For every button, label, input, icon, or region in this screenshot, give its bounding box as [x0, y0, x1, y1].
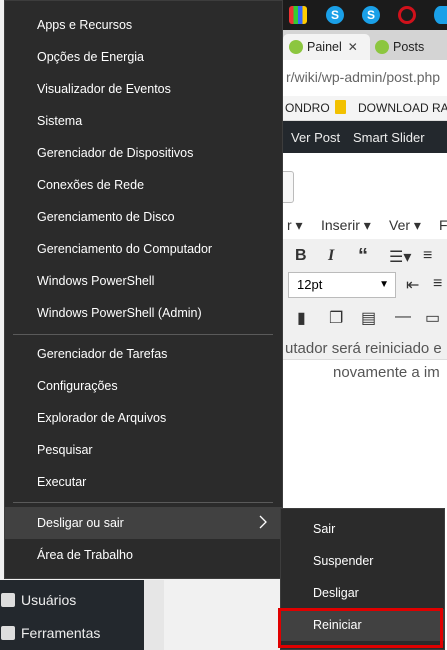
- bookmark-item[interactable]: DOWNLOAD RAP: [358, 101, 447, 115]
- wp-sidebar: Usuários Ferramentas: [0, 580, 144, 650]
- copy-format-icon[interactable]: ❐: [329, 308, 343, 328]
- content-background: [144, 580, 164, 650]
- close-icon[interactable]: ✕: [348, 40, 358, 54]
- menu-item-network-connections[interactable]: Conexões de Rede: [5, 169, 282, 201]
- menu-item-computer-management[interactable]: Gerenciamento do Computador: [5, 233, 282, 265]
- add-media-button[interactable]: [283, 171, 294, 203]
- copy-icon[interactable]: ▮: [297, 308, 306, 328]
- menu-divider: [13, 334, 273, 335]
- menu-item-device-manager[interactable]: Gerenciador de Dispositivos: [5, 137, 282, 169]
- paste-icon[interactable]: ▤: [361, 308, 376, 328]
- menu-item-settings[interactable]: Configurações: [5, 370, 282, 402]
- skype-icon[interactable]: S: [362, 6, 380, 24]
- menu-item-powershell-admin[interactable]: Windows PowerShell (Admin): [5, 297, 282, 329]
- url-text: r/wiki/wp-admin/post.php: [286, 69, 441, 85]
- indent-icon[interactable]: ⇤: [406, 275, 419, 295]
- outdent-icon[interactable]: ≡: [433, 275, 442, 293]
- menu-format[interactable]: r ▾: [287, 217, 303, 234]
- submenu-item-sign-out[interactable]: Sair: [281, 513, 444, 545]
- wrench-icon: [1, 626, 15, 640]
- horizontal-line-icon[interactable]: —: [395, 308, 411, 326]
- smart-slider-link[interactable]: Smart Slider: [353, 130, 425, 145]
- submenu-item-shut-down[interactable]: Desligar: [281, 577, 444, 609]
- skype-icon[interactable]: [434, 6, 447, 24]
- menu-item-run[interactable]: Executar: [5, 466, 282, 498]
- tab-painel[interactable]: Painel ✕: [283, 34, 370, 60]
- sidebar-item-tools[interactable]: Ferramentas: [0, 617, 144, 649]
- menu-item-power-options[interactable]: Opções de Energia: [5, 41, 282, 73]
- content-line: utador será reiniciado e: [285, 340, 442, 357]
- sidebar-item-label: Ferramentas: [21, 625, 101, 641]
- chevron-right-icon: [259, 515, 267, 529]
- menu-item-shutdown-or-sign-out[interactable]: Desligar ou sair: [5, 507, 282, 539]
- menu-insert[interactable]: Inserir ▾: [321, 217, 371, 234]
- taskbar-icons: S S: [283, 0, 447, 30]
- chart-app-icon[interactable]: [289, 6, 307, 24]
- sidebar-item-label: Usuários: [21, 592, 77, 608]
- menu-item-task-manager[interactable]: Gerenciador de Tarefas: [5, 338, 282, 370]
- wordpress-icon: [289, 40, 303, 54]
- wp-admin-bar: Ver Post Smart Slider: [283, 121, 447, 153]
- editor-menubar: r ▾ Inserir ▾ Ver ▾ F: [283, 211, 447, 239]
- menu-item-file-explorer[interactable]: Explorador de Arquivos: [5, 402, 282, 434]
- menu-item-system[interactable]: Sistema: [5, 105, 282, 137]
- tab-label: Posts: [393, 40, 425, 54]
- address-bar[interactable]: r/wiki/wp-admin/post.php: [283, 60, 447, 97]
- menu-table[interactable]: F: [439, 217, 447, 233]
- highlight-annotation-box: [278, 608, 443, 648]
- menu-divider: [13, 502, 273, 503]
- menu-item-search[interactable]: Pesquisar: [5, 434, 282, 466]
- skype-icon[interactable]: S: [326, 6, 344, 24]
- winx-menu: Apps e Recursos Opções de Energia Visual…: [4, 0, 283, 579]
- align-icon[interactable]: ≡: [423, 247, 432, 265]
- italic-icon[interactable]: I: [328, 247, 334, 265]
- menu-item-event-viewer[interactable]: Visualizador de Eventos: [5, 73, 282, 105]
- view-post-link[interactable]: Ver Post: [291, 130, 340, 145]
- font-size-select[interactable]: 12pt ▼: [288, 272, 396, 298]
- bookmarks-bar: ONDRO DOWNLOAD RAP: [283, 96, 447, 121]
- bookmark-item[interactable]: ONDRO: [285, 101, 330, 115]
- wordpress-icon: [375, 40, 389, 54]
- tab-posts[interactable]: Posts: [371, 34, 447, 60]
- opera-icon[interactable]: [398, 6, 416, 24]
- browser-tab-bar: Painel ✕ Posts: [283, 30, 447, 61]
- menu-item-apps[interactable]: Apps e Recursos: [5, 9, 282, 41]
- content-line: novamente a im: [333, 364, 440, 381]
- bullet-list-icon[interactable]: ☰▾: [389, 247, 411, 267]
- menu-item-powershell[interactable]: Windows PowerShell: [5, 265, 282, 297]
- quote-icon[interactable]: “: [358, 245, 368, 268]
- menu-view[interactable]: Ver ▾: [389, 217, 421, 234]
- chevron-down-icon: ▼: [379, 279, 389, 290]
- tab-label: Painel: [307, 40, 342, 54]
- font-size-value: 12pt: [297, 277, 323, 292]
- bold-icon[interactable]: B: [295, 247, 307, 265]
- image-icon[interactable]: ▭: [425, 308, 440, 328]
- menu-item-disk-management[interactable]: Gerenciamento de Disco: [5, 201, 282, 233]
- sidebar-item-users[interactable]: Usuários: [0, 584, 144, 616]
- folder-icon: [335, 100, 346, 114]
- submenu-item-sleep[interactable]: Suspender: [281, 545, 444, 577]
- menu-item-desktop[interactable]: Área de Trabalho: [5, 539, 282, 571]
- menu-item-label: Desligar ou sair: [37, 516, 124, 530]
- users-icon: [1, 593, 15, 607]
